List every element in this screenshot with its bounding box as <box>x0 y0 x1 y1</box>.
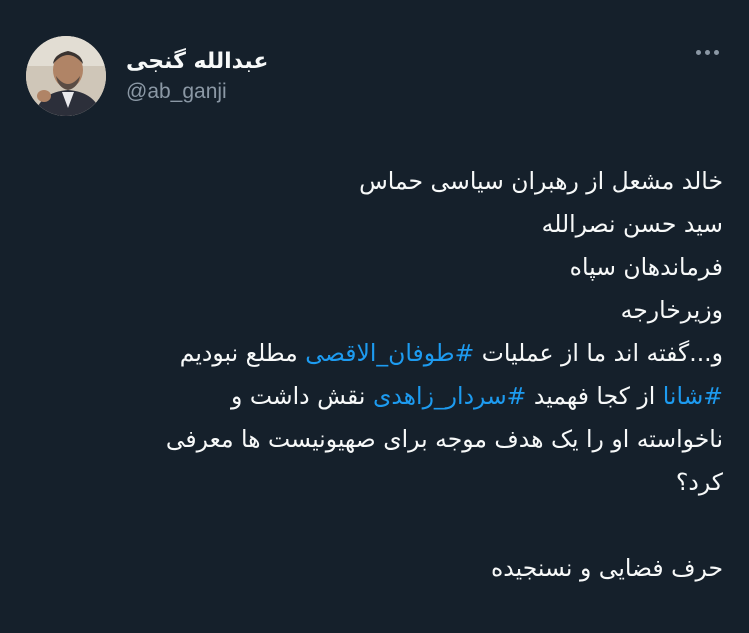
tweet-text-segment: و...گفته اند ما از عملیات <box>474 339 723 367</box>
tweet-line: و...گفته اند ما از عملیات #طوفان_الاقصی … <box>26 332 723 375</box>
hashtag-link[interactable]: #سردار_زاهدی <box>373 382 526 410</box>
tweet-line: وزیرخارجه <box>620 296 723 324</box>
tweet-text: خالد مشعل از رهبران سیاسی حماس سید حسن ن… <box>26 160 723 590</box>
tweet-header: عبدالله گنجی @ab_ganji <box>26 34 723 118</box>
tweet-line: کرد؟ <box>675 468 723 496</box>
dot <box>714 50 719 55</box>
tweet-line: حرف فضایی و نسنجیده <box>490 554 723 582</box>
avatar-photo <box>26 36 106 116</box>
tweet-text-segment: نقش داشت و <box>231 382 373 410</box>
tweet-text-segment: از کجا فهمید <box>526 382 663 410</box>
tweet-line: سید حسن نصرالله <box>541 210 723 238</box>
dot <box>705 50 710 55</box>
avatar[interactable] <box>26 36 106 116</box>
hashtag-link[interactable]: #شانا <box>663 382 723 410</box>
tweet-text-segment: مطلع نبودیم <box>179 339 306 367</box>
hashtag-link[interactable]: #طوفان_الاقصی <box>305 339 474 367</box>
tweet-line: ناخواسته او را یک هدف موجه برای صهیونیست… <box>165 425 723 453</box>
tweet-line: خالد مشعل از رهبران سیاسی حماس <box>359 167 723 195</box>
tweet-line: فرماندهان سپاه <box>569 253 723 281</box>
dot <box>696 50 701 55</box>
more-dots-icon[interactable] <box>692 44 723 61</box>
author-handle[interactable]: @ab_ganji <box>126 80 268 104</box>
tweet-line: #شانا از کجا فهمید #سردار_زاهدی نقش داشت… <box>26 375 723 418</box>
author-display-name[interactable]: عبدالله گنجی <box>126 48 268 76</box>
tweet-card: عبدالله گنجی @ab_ganji خالد مشعل از رهبر… <box>0 0 749 633</box>
author-names: عبدالله گنجی @ab_ganji <box>126 36 268 116</box>
